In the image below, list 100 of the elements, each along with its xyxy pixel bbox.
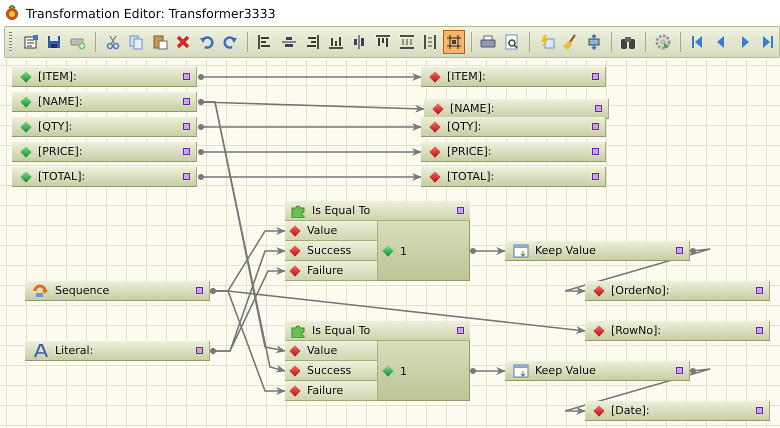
field-node[interactable]: [Date]:: [585, 401, 770, 421]
node-label: [RowNo]:: [611, 324, 662, 337]
fit-grid-icon: [446, 34, 462, 50]
toolbar-grip-icon[interactable]: [9, 32, 12, 52]
input-label: Success: [307, 364, 352, 377]
node-label: [OrderNo]:: [611, 284, 671, 297]
input-row[interactable]: Failure: [285, 381, 378, 401]
node-label: [ITEM]:: [447, 70, 487, 83]
puzzle-icon: [291, 203, 307, 218]
align-top-icon: [375, 34, 392, 50]
scissors-icon: [104, 34, 120, 50]
connector-line: [470, 247, 506, 255]
field-node[interactable]: [OrderNo]:: [585, 281, 770, 301]
port-icon: [196, 287, 203, 294]
clipboard-icon: [152, 34, 168, 50]
connector-line: [470, 367, 506, 375]
field-node[interactable]: [NAME]:: [424, 99, 609, 119]
align-right-icon: [304, 34, 320, 50]
node-label: Keep Value: [535, 244, 597, 257]
lightning-list-icon: [538, 34, 555, 50]
window-title: Transformation Editor: Transformer3333: [26, 6, 276, 20]
toolbar-button[interactable]: [443, 30, 465, 54]
delete-icon: [175, 34, 192, 50]
port-icon: [457, 327, 464, 334]
field-node[interactable]: [TOTAL]:: [421, 167, 606, 187]
node-label: Literal:: [55, 344, 94, 357]
input-row[interactable]: Failure: [285, 261, 378, 281]
port-icon: [676, 367, 683, 374]
convert-icon: [586, 34, 602, 50]
comparison-node[interactable]: Is Equal To Value Success Failure 1: [285, 201, 470, 281]
output-label: 1: [400, 244, 407, 258]
output-label: 1: [400, 364, 407, 378]
port-icon: [592, 123, 599, 130]
binoculars-icon: [620, 34, 636, 50]
node-label: [NAME]:: [450, 102, 496, 115]
port-icon: [592, 73, 599, 80]
field-node[interactable]: [PRICE]:: [421, 142, 606, 162]
port-icon: [756, 287, 763, 294]
node-label: [Date]:: [611, 404, 651, 417]
undo-icon: [198, 34, 215, 50]
magnifier-page-icon: [504, 34, 520, 50]
node-label: Keep Value: [535, 364, 597, 377]
field-node[interactable]: Sequence: [25, 281, 210, 301]
field-node[interactable]: [QTY]:: [12, 117, 197, 137]
copy-icon: [128, 34, 144, 50]
input-row[interactable]: Success: [285, 361, 378, 381]
field-node[interactable]: Literal:: [25, 341, 210, 361]
field-node[interactable]: [TOTAL]:: [12, 167, 197, 187]
field-node[interactable]: Keep Value: [505, 361, 690, 381]
node-label: Sequence: [55, 284, 110, 297]
field-node[interactable]: [QTY]:: [421, 117, 606, 137]
port-icon: [457, 207, 464, 214]
gear-icon: [654, 34, 671, 50]
port-icon: [592, 173, 599, 180]
input-label: Failure: [307, 264, 344, 277]
port-icon: [183, 73, 190, 80]
same-height-icon: [422, 34, 438, 50]
app-logo-icon: [4, 5, 20, 21]
align-bottom-icon: [328, 34, 344, 50]
port-icon: [756, 327, 763, 334]
node-label: [QTY]:: [38, 120, 74, 133]
field-node[interactable]: [ITEM]:: [12, 67, 197, 87]
field-node[interactable]: [RowNo]:: [585, 321, 770, 341]
node-label: [PRICE]:: [38, 145, 84, 158]
align-center-icon: [280, 34, 297, 50]
input-row[interactable]: Value: [285, 341, 378, 361]
field-node[interactable]: [ITEM]:: [421, 67, 606, 87]
node-label: [ITEM]:: [38, 70, 78, 83]
input-label: Success: [307, 244, 352, 257]
input-label: Value: [307, 344, 338, 357]
port-icon: [676, 247, 683, 254]
field-node[interactable]: [NAME]:: [12, 92, 197, 112]
port-icon: [183, 98, 190, 105]
node-label: [PRICE]:: [447, 145, 492, 158]
input-row[interactable]: Success: [285, 241, 378, 261]
port-icon: [183, 148, 190, 155]
input-row[interactable]: Value: [285, 221, 378, 241]
literal-icon: [33, 344, 49, 358]
broom-icon: [562, 34, 578, 50]
same-width-icon: [398, 34, 415, 50]
node-title: Is Equal To: [312, 324, 372, 337]
input-label: Failure: [307, 384, 344, 397]
printer-icon: [480, 34, 496, 50]
node-label: [TOTAL]:: [447, 170, 496, 183]
node-label: [TOTAL]:: [38, 170, 86, 183]
puzzle-icon: [291, 323, 307, 338]
port-icon: [183, 173, 190, 180]
port-icon: [196, 347, 203, 354]
port-icon: [595, 105, 602, 112]
field-node[interactable]: [PRICE]:: [12, 142, 197, 162]
sequence-icon: [33, 284, 49, 298]
input-label: Value: [307, 224, 338, 237]
field-node[interactable]: Keep Value: [505, 241, 690, 261]
node-label: [NAME]:: [38, 95, 84, 108]
form-icon: [22, 34, 39, 50]
comparison-node[interactable]: Is Equal To Value Success Failure 1: [285, 321, 470, 401]
port-icon: [592, 148, 599, 155]
redo-icon: [222, 34, 238, 50]
port-icon: [756, 407, 763, 414]
port-icon: [183, 123, 190, 130]
